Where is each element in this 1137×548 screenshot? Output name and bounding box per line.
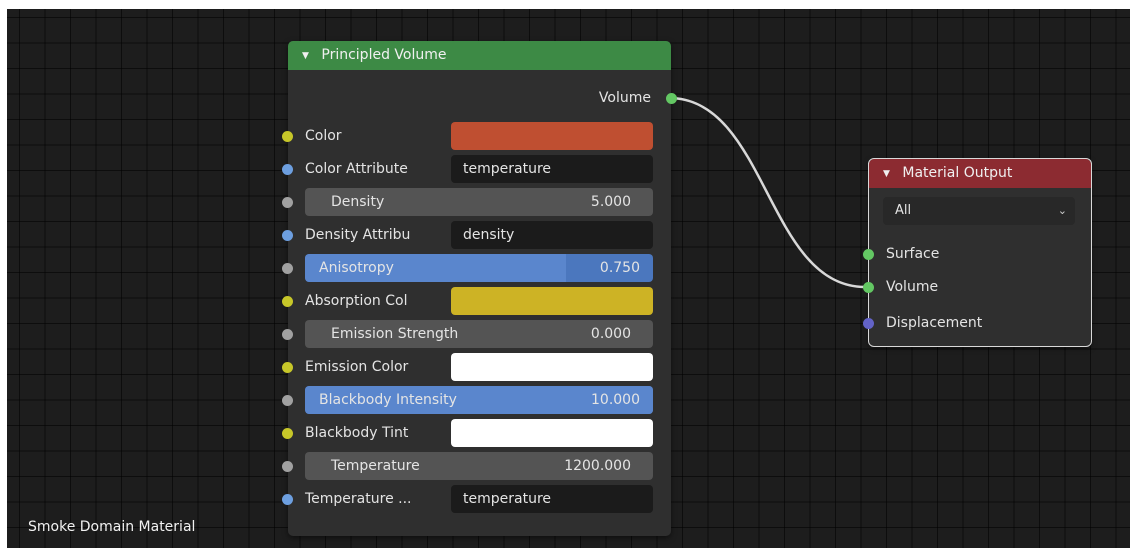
displacement-input-socket[interactable] [863,317,874,329]
emission-strength-label: Emission Strength [331,326,459,342]
absorption-color-row: Absorption Col [282,286,671,316]
color-row: Color [282,121,671,151]
target-value: All [895,203,912,218]
blackbody-intensity-slider[interactable]: Blackbody Intensity 10.000 [305,386,653,414]
emission-strength-socket[interactable] [282,328,293,340]
absorption-color-swatch[interactable] [451,287,653,315]
blackbody-intensity-socket[interactable] [282,394,293,406]
material-output-node[interactable]: ▼ Material Output All ⌄ Surface Volume D… [863,158,1092,347]
blackbody-intensity-label: Blackbody Intensity [319,392,457,408]
material-name-caption: Smoke Domain Material [28,519,196,535]
output-volume-label: Volume [598,90,651,106]
emission-strength-value: 0.000 [590,326,631,342]
emission-color-row: Emission Color [282,352,671,382]
absorption-color-label: Absorption Col [305,293,408,309]
density-attribute-row: Density Attribu density [282,220,671,250]
volume-input-label: Volume [886,279,939,295]
temperature-attribute-label: Temperature ... [305,491,412,507]
blackbody-tint-label: Blackbody Tint [305,425,409,441]
collapse-triangle-icon[interactable]: ▼ [302,51,309,61]
absorption-color-socket[interactable] [282,295,293,307]
output-volume-row: Volume [288,83,677,113]
blackbody-intensity-row: Blackbody Intensity 10.000 [282,385,671,415]
blackbody-intensity-value: 10.000 [591,392,640,408]
blackbody-tint-row: Blackbody Tint [282,418,671,448]
node-editor-canvas[interactable]: ▼ Principled Volume Volume Color Color A… [7,9,1130,548]
target-row: All ⌄ [869,196,1091,226]
density-row: Density 5.000 [282,187,671,217]
anisotropy-row: Anisotropy 0.750 [282,253,671,283]
collapse-triangle-icon[interactable]: ▼ [883,169,890,179]
temperature-label: Temperature [331,458,420,474]
color-attribute-row: Color Attribute temperature [282,154,671,184]
emission-strength-field[interactable]: Emission Strength 0.000 [305,320,653,348]
anisotropy-value: 0.750 [599,260,640,276]
emission-color-label: Emission Color [305,359,409,375]
blackbody-tint-swatch[interactable] [451,419,653,447]
displacement-label: Displacement [886,315,983,331]
principled-volume-header[interactable]: ▼ Principled Volume [288,41,671,70]
surface-label: Surface [886,246,940,262]
displacement-input-row: Displacement [863,308,1091,338]
color-input-socket[interactable] [282,130,293,142]
material-output-header[interactable]: ▼ Material Output [869,159,1091,188]
density-field[interactable]: Density 5.000 [305,188,653,216]
anisotropy-socket[interactable] [282,262,293,274]
color-attribute-field[interactable]: temperature [451,155,653,183]
target-dropdown[interactable]: All ⌄ [883,197,1075,225]
chevron-down-icon: ⌄ [1057,204,1067,217]
blackbody-tint-socket[interactable] [282,427,293,439]
volume-input-row: Volume [863,272,1091,302]
surface-input-socket[interactable] [863,248,874,260]
anisotropy-label: Anisotropy [319,260,394,276]
color-label: Color [305,128,342,144]
density-label: Density [331,194,385,210]
volume-output-socket[interactable] [666,92,677,104]
anisotropy-slider[interactable]: Anisotropy 0.750 [305,254,653,282]
density-socket[interactable] [282,196,293,208]
surface-input-row: Surface [863,239,1091,269]
volume-link [668,96,866,289]
material-output-title: Material Output [902,165,1013,181]
emission-color-socket[interactable] [282,361,293,373]
emission-color-swatch[interactable] [451,353,653,381]
color-swatch[interactable] [451,122,653,150]
density-attribute-field[interactable]: density [451,221,653,249]
temperature-attribute-row: Temperature ... temperature [282,484,671,514]
density-attribute-label: Density Attribu [305,227,411,243]
volume-input-socket[interactable] [863,281,874,293]
principled-volume-title: Principled Volume [321,47,447,63]
principled-volume-node[interactable]: ▼ Principled Volume Volume Color Color A… [282,41,677,536]
temperature-socket[interactable] [282,460,293,472]
color-attribute-label: Color Attribute [305,161,408,177]
temperature-attribute-socket[interactable] [282,493,293,505]
density-attribute-socket[interactable] [282,229,293,241]
emission-strength-row: Emission Strength 0.000 [282,319,671,349]
temperature-value: 1200.000 [564,458,631,474]
temperature-attribute-field[interactable]: temperature [451,485,653,513]
temperature-row: Temperature 1200.000 [282,451,671,481]
density-value: 5.000 [590,194,631,210]
temperature-field[interactable]: Temperature 1200.000 [305,452,653,480]
color-attribute-socket[interactable] [282,163,293,175]
